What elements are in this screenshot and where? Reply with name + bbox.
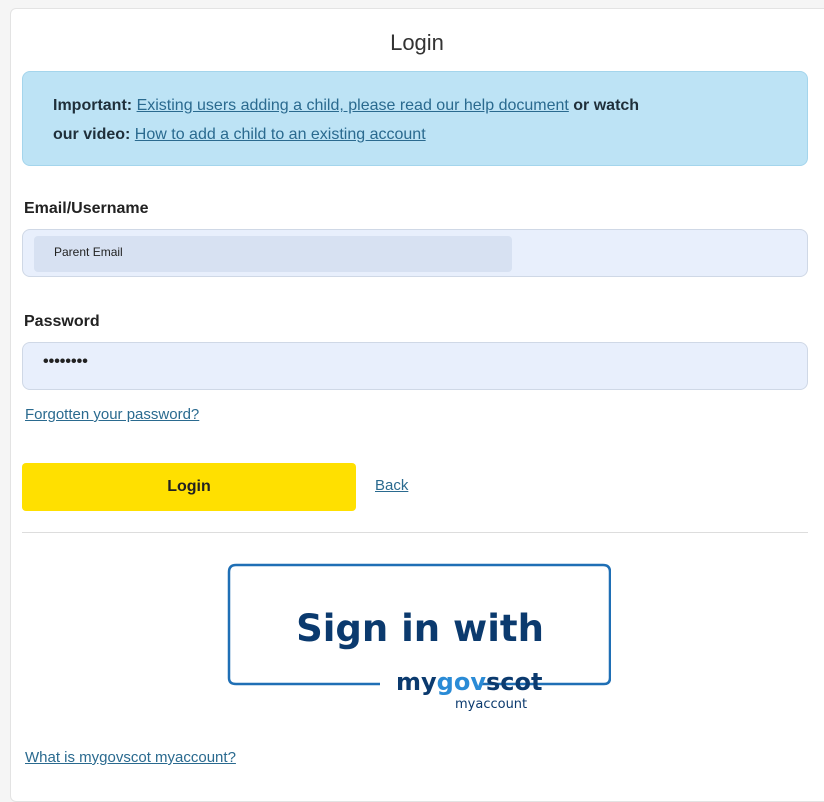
important-notice: Important: Existing users adding a child… xyxy=(22,71,808,166)
forgot-password-link[interactable]: Forgotten your password? xyxy=(25,406,199,423)
password-field[interactable]: •••••••• xyxy=(22,342,808,390)
help-document-link[interactable]: Existing users adding a child, please re… xyxy=(137,97,569,114)
divider xyxy=(22,532,808,533)
logo-gov: gov xyxy=(437,668,487,696)
email-field[interactable]: Parent Email xyxy=(22,229,808,277)
mygovscot-logo: mygovscot xyxy=(396,668,542,696)
notice-or-watch: or watch xyxy=(573,97,640,114)
login-button[interactable]: Login xyxy=(22,463,356,511)
video-link[interactable]: How to add a child to an existing accoun… xyxy=(135,126,426,143)
notice-our-video: our video: xyxy=(53,126,131,143)
sso-sign-in-with-text: Sign in with xyxy=(296,607,544,650)
logo-scot: scot xyxy=(486,668,542,696)
mygovscot-sign-in-button[interactable]: Sign in with mygovscot myaccount xyxy=(225,562,611,730)
logo-my: my xyxy=(396,668,437,696)
email-label: Email/Username xyxy=(24,200,149,217)
email-value: Parent Email xyxy=(54,245,123,259)
logo-myaccount: myaccount xyxy=(455,697,527,712)
what-is-mygovscot-link[interactable]: What is mygovscot myaccount? xyxy=(25,749,236,766)
page-title: Login xyxy=(390,30,444,55)
notice-important-label: Important: xyxy=(53,97,133,114)
password-value: •••••••• xyxy=(43,353,88,370)
back-link[interactable]: Back xyxy=(375,477,408,494)
page: Login Important: Existing users adding a… xyxy=(0,0,824,802)
password-label: Password xyxy=(24,313,100,330)
